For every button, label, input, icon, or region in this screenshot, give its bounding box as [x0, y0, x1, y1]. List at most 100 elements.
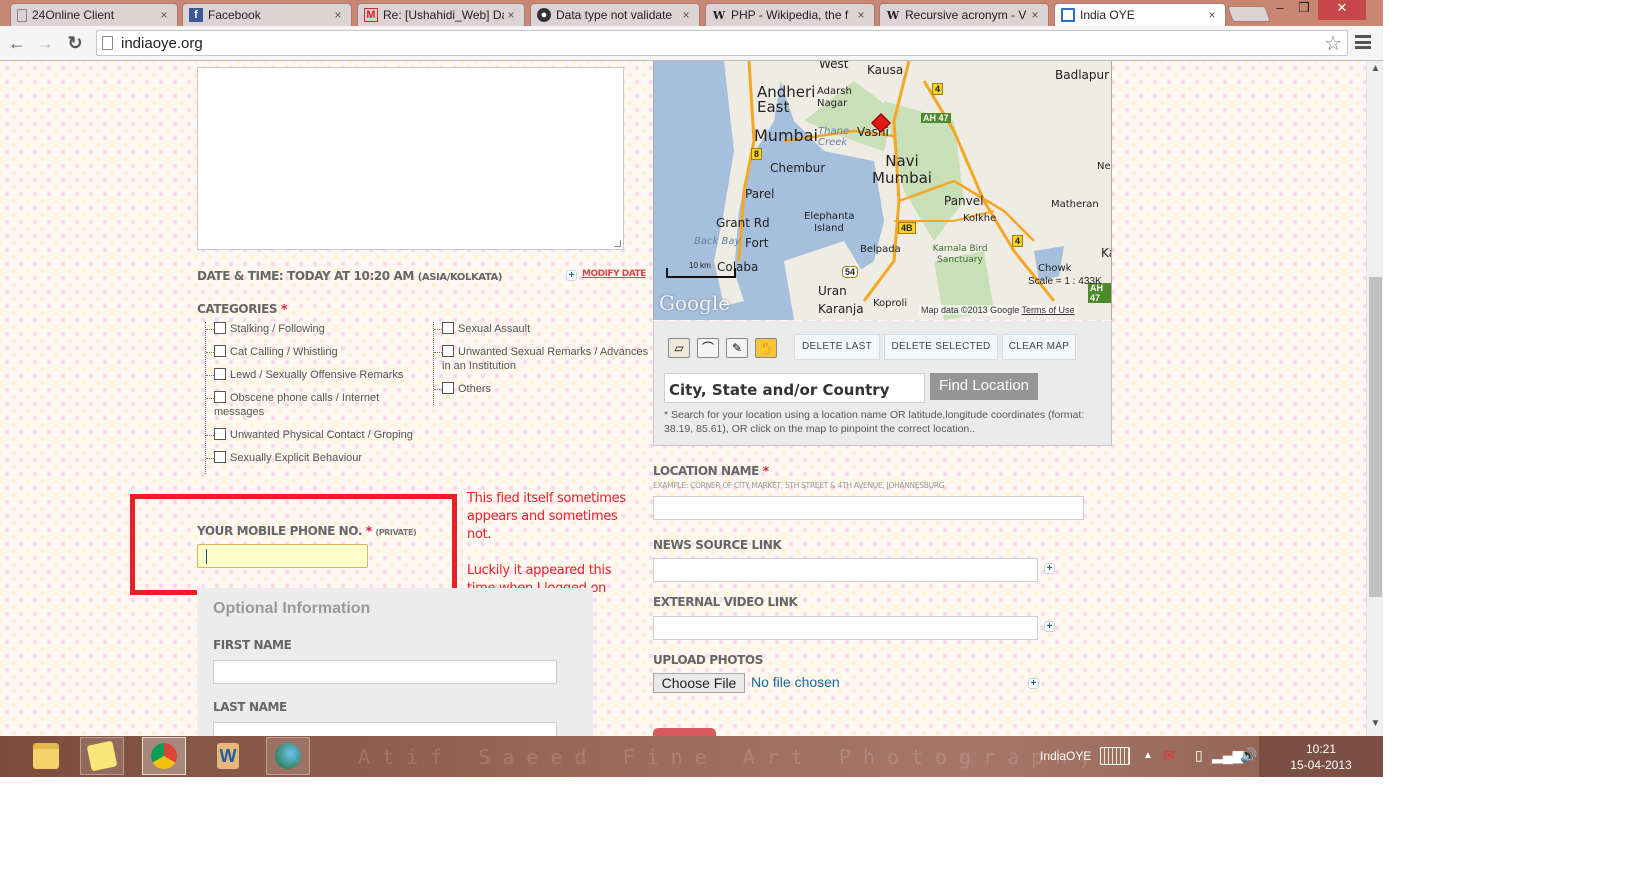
close-tab-icon[interactable]: × [157, 8, 171, 22]
system-clock[interactable]: 10:21 15-04-2013 [1259, 736, 1383, 777]
map-label: Koproli [873, 298, 908, 309]
volume-icon[interactable]: 🔊 [1240, 747, 1257, 764]
close-tab-icon[interactable]: × [331, 8, 345, 22]
bookmark-star-icon[interactable]: ☆ [1324, 31, 1342, 56]
categories-left-column: Stalking / Following Cat Calling / Whist… [205, 322, 420, 474]
show-hidden-icons[interactable]: ▲ [1143, 750, 1153, 761]
modify-date-link[interactable]: MODIFY DATE [582, 269, 646, 279]
category-cat-calling[interactable]: Cat Calling / Whistling [206, 345, 420, 359]
category-lewd-remarks[interactable]: Lewd / Sexually Offensive Remarks [206, 368, 420, 382]
close-tab-icon[interactable]: × [1028, 8, 1042, 22]
resize-handle[interactable] [614, 240, 621, 247]
menu-icon[interactable] [1355, 35, 1371, 49]
reload-button[interactable]: ↻ [64, 32, 86, 54]
news-source-input[interactable] [653, 558, 1038, 582]
forward-button[interactable]: → [34, 32, 56, 54]
clock-date: 15-04-2013 [1290, 758, 1352, 772]
location-search-input[interactable]: City, State and/or Country [664, 373, 925, 403]
checkbox[interactable] [214, 345, 226, 357]
gmail-notifier-icon[interactable]: ✉ [1163, 747, 1175, 764]
add-video-link-icon[interactable]: + [1044, 621, 1055, 632]
checkbox[interactable] [442, 322, 454, 334]
category-others[interactable]: Others [434, 382, 655, 396]
tab-24online[interactable]: 24Online Client × [10, 3, 178, 26]
scroll-down-icon[interactable]: ▼ [1367, 718, 1383, 734]
taskbar-sticky-notes[interactable] [80, 737, 124, 775]
pencil-tool-icon[interactable]: ✎ [726, 338, 748, 358]
asian-highway-sign: AH 47 [921, 113, 951, 123]
choose-file-button[interactable]: Choose File [653, 673, 745, 693]
hand-tool-icon[interactable]: ✋ [755, 338, 777, 358]
tab-label: Recursive acronym - V [905, 8, 1027, 22]
map-label: Panvel [944, 194, 984, 208]
delete-selected-button[interactable]: DELETE SELECTED [884, 334, 998, 360]
delete-last-button[interactable]: DELETE LAST [794, 334, 880, 360]
category-physical-contact[interactable]: Unwanted Physical Contact / Groping [206, 428, 420, 442]
checkbox[interactable] [442, 382, 454, 394]
checkbox[interactable] [442, 345, 454, 357]
restore-button[interactable]: ❐ [1292, 0, 1316, 20]
taskbar-explorer[interactable] [24, 737, 68, 775]
taskbar-word[interactable]: W [206, 737, 250, 775]
map-label: Chowk [1038, 263, 1072, 274]
checkbox[interactable] [214, 428, 226, 440]
first-name-input[interactable] [213, 660, 557, 684]
tab-github[interactable]: ● Data type not validate × [530, 3, 700, 26]
submit-button[interactable] [653, 728, 716, 736]
map-label: Adarsh Nagar [817, 86, 852, 109]
checkbox[interactable] [214, 368, 226, 380]
page-scrollbar[interactable]: ▲ ▼ [1366, 61, 1383, 736]
polygon-tool-icon[interactable]: ▱ [668, 338, 690, 358]
category-institution-remarks[interactable]: Unwanted Sexual Remarks / Advances in an… [434, 345, 655, 373]
tab-label: Re: [Ushahidi_Web] Da [383, 8, 504, 22]
annotation-line: This fied itself sometimes appears and s… [467, 491, 626, 542]
tab-recursive-acronym[interactable]: W Recursive acronym - V × [879, 3, 1049, 26]
back-button[interactable]: ← [6, 32, 28, 54]
tab-facebook[interactable]: f Facebook × [182, 3, 352, 26]
tab-php-wikipedia[interactable]: W PHP - Wikipedia, the f × [705, 3, 875, 26]
checkbox[interactable] [214, 451, 226, 463]
close-tab-icon[interactable]: × [1205, 8, 1219, 22]
map-canvas[interactable]: West Kausa Badlapur Andheri East Adarsh … [653, 61, 1112, 320]
checkbox[interactable] [214, 322, 226, 334]
signal-icon[interactable]: ▂▄▆ [1212, 747, 1243, 764]
keyboard-icon[interactable] [1100, 747, 1130, 765]
category-stalking[interactable]: Stalking / Following [206, 322, 420, 336]
battery-icon[interactable]: ▯ [1195, 747, 1203, 764]
tab-gmail[interactable]: M Re: [Ushahidi_Web] Da × [357, 3, 525, 26]
word-icon: W [217, 743, 239, 769]
close-window-button[interactable]: ✕ [1318, 0, 1366, 20]
category-sexual-assault[interactable]: Sexual Assault [434, 322, 655, 336]
scrollbar-thumb[interactable] [1369, 277, 1382, 597]
tab-label: India OYE [1080, 8, 1135, 22]
close-tab-icon[interactable]: × [854, 8, 868, 22]
taskbar-download-manager[interactable] [266, 737, 310, 775]
wikipedia-icon: W [712, 8, 726, 22]
category-obscene-calls[interactable]: Obscene phone calls / Internet messages [206, 391, 391, 419]
clear-map-button[interactable]: CLEAR MAP [1002, 334, 1076, 360]
line-tool-icon[interactable]: ⌒ [697, 338, 719, 358]
minimize-button[interactable]: – [1268, 0, 1292, 20]
description-textarea[interactable] [197, 67, 624, 250]
category-label: Sexual Assault [458, 323, 531, 335]
scroll-up-icon[interactable]: ▲ [1367, 63, 1383, 79]
new-tab-button[interactable] [1227, 6, 1271, 22]
last-name-input[interactable] [213, 722, 557, 736]
checkbox[interactable] [214, 391, 226, 403]
find-location-button[interactable]: Find Location [930, 373, 1038, 400]
category-explicit-behaviour[interactable]: Sexually Explicit Behaviour [206, 451, 420, 465]
map-label: Kolkhe [963, 213, 997, 224]
video-link-input[interactable] [653, 616, 1038, 640]
close-tab-icon[interactable]: × [679, 8, 693, 22]
add-news-link-icon[interactable]: + [1044, 563, 1055, 574]
location-name-input[interactable] [653, 496, 1084, 520]
tab-india-oye[interactable]: India OYE × [1054, 3, 1226, 26]
plus-icon[interactable]: + [566, 270, 577, 281]
map-label: Belpada [860, 244, 901, 255]
page-icon [17, 8, 27, 22]
terms-of-use-link[interactable]: Terms of Use [1022, 305, 1075, 315]
address-bar[interactable]: indiaoye.org ☆ [96, 30, 1348, 56]
close-tab-icon[interactable]: × [504, 8, 518, 22]
add-photo-icon[interactable]: + [1028, 678, 1039, 689]
taskbar-chrome[interactable] [142, 737, 186, 775]
